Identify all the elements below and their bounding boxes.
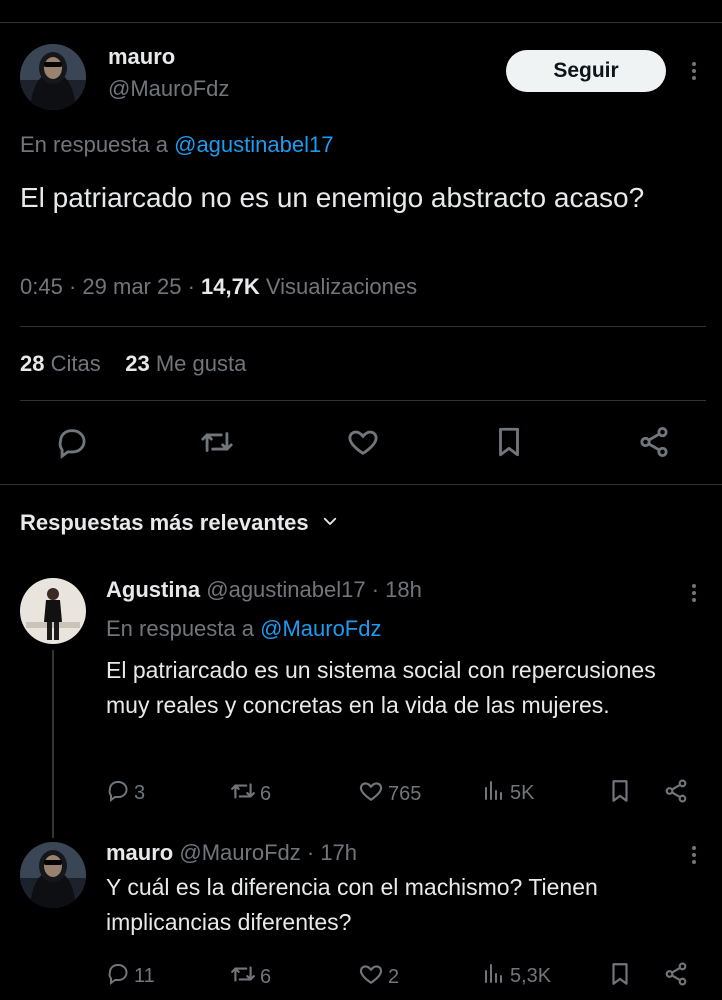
repost-icon (230, 778, 256, 810)
like-count: 2 (388, 965, 400, 988)
chevron-down-icon (321, 512, 339, 535)
reply-count: 3 (134, 781, 146, 804)
repost-action[interactable]: 6 (230, 961, 271, 993)
reply-context: En respuesta a @agustinabel17 (20, 132, 333, 158)
author-name[interactable]: mauro (106, 840, 173, 865)
repost-count: 6 (260, 782, 272, 805)
reply-context: En respuesta a @MauroFdz (106, 616, 381, 642)
like-count: 765 (388, 782, 422, 805)
tweet-time[interactable]: 0:45 (20, 274, 63, 299)
reply-header: Agustina @agustinabel17 · 18h (106, 577, 422, 603)
divider (0, 484, 722, 485)
views-icon (482, 961, 506, 991)
reply-header: mauro @MauroFdz · 17h (106, 840, 357, 866)
like-action[interactable]: 2 (358, 961, 399, 993)
avatar[interactable] (20, 842, 86, 908)
tweet-meta: 0:45 · 29 mar 25 · 14,7K Visualizaciones (20, 274, 417, 300)
author-handle[interactable]: @MauroFdz (108, 76, 229, 102)
likes-label: Me gusta (155, 351, 247, 376)
views-label: Visualizaciones (265, 274, 418, 299)
quotes-count: 28 (20, 351, 45, 376)
sort-dropdown[interactable]: Respuestas más relevantes (20, 510, 339, 536)
views-count: 14,7K (201, 274, 260, 299)
bookmark-icon[interactable] (607, 961, 633, 987)
repost-count: 6 (260, 965, 272, 988)
meta-separator: · (68, 274, 77, 299)
reply-action[interactable]: 3 (106, 778, 145, 808)
likes-stat[interactable]: 23 Me gusta (125, 351, 246, 376)
views-count: 5,3K (510, 964, 552, 987)
reply-to-link[interactable]: @agustinabel17 (174, 132, 333, 157)
reply-prefix: En respuesta a (20, 132, 168, 157)
engagement-stats: 28 Citas 23 Me gusta (20, 351, 246, 377)
like-icon (358, 961, 384, 993)
like-icon (358, 778, 384, 810)
bookmark-icon[interactable] (492, 425, 526, 459)
reply-prefix: En respuesta a (106, 616, 254, 641)
reply-text: Y cuál es la diferencia con el machismo?… (106, 874, 598, 935)
repost-action[interactable]: 6 (230, 778, 271, 810)
views-action[interactable]: 5K (482, 778, 534, 808)
reply-icon[interactable] (55, 425, 89, 459)
reply-action[interactable]: 11 (106, 961, 155, 991)
reply-icon (106, 778, 130, 808)
tweet-date[interactable]: 29 mar 25 (82, 274, 181, 299)
quotes-label: Citas (50, 351, 101, 376)
more-icon[interactable] (684, 62, 704, 80)
quotes-stat[interactable]: 28 Citas (20, 351, 107, 376)
top-divider (0, 22, 722, 23)
like-action[interactable]: 765 (358, 778, 421, 810)
reply-count: 11 (134, 964, 155, 987)
repost-icon (230, 961, 256, 993)
share-icon[interactable] (663, 778, 689, 804)
repost-icon[interactable] (200, 425, 234, 459)
author-handle[interactable]: @MauroFdz (179, 840, 300, 865)
like-icon[interactable] (346, 425, 380, 459)
views-count: 5K (510, 781, 535, 804)
more-icon[interactable] (684, 846, 704, 864)
reply-time[interactable]: · 17h (307, 840, 357, 865)
more-icon[interactable] (684, 584, 704, 602)
reply-text: El patriarcado es un sistema social con … (106, 657, 656, 718)
views-icon (482, 778, 506, 808)
avatar[interactable] (20, 578, 86, 644)
reply-to-link[interactable]: @MauroFdz (260, 616, 381, 641)
sort-label: Respuestas más relevantes (20, 510, 309, 535)
views-action[interactable]: 5,3K (482, 961, 551, 991)
divider (20, 326, 706, 327)
reply-icon (106, 961, 130, 991)
reply-time[interactable]: · 18h (372, 577, 422, 602)
bookmark-icon[interactable] (607, 778, 633, 804)
avatar[interactable] (20, 44, 86, 110)
thread-line (52, 650, 54, 838)
divider (20, 400, 706, 401)
meta-separator: · (187, 274, 195, 299)
likes-count: 23 (125, 351, 150, 376)
follow-button[interactable]: Seguir (506, 50, 666, 92)
author-name[interactable]: mauro (108, 44, 175, 70)
author-name[interactable]: Agustina (106, 577, 200, 602)
share-icon[interactable] (663, 961, 689, 987)
share-icon[interactable] (637, 425, 671, 459)
tweet-text: El patriarcado no es un enemigo abstract… (20, 182, 645, 213)
author-handle[interactable]: @agustinabel17 (206, 577, 365, 602)
